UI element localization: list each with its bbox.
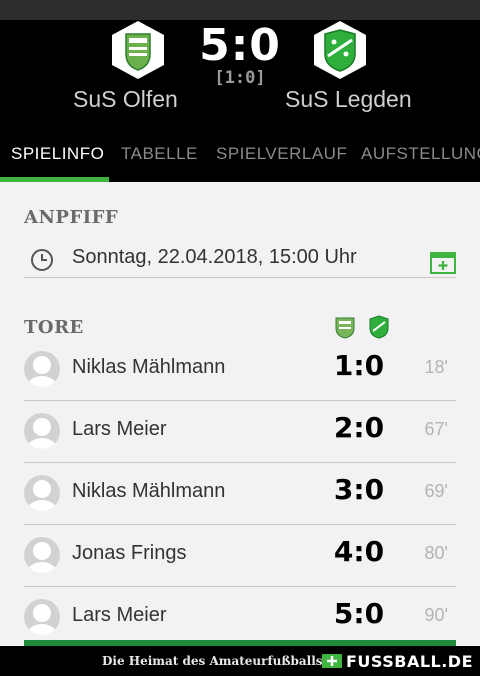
goal-score: 5:0 [333, 597, 385, 630]
tab-aufstellung[interactable]: AUFSTELLUNG [361, 144, 480, 164]
clock-icon [31, 249, 53, 271]
kickoff-row: Sonntag, 22.04.2018, 15:00 Uhr [24, 240, 456, 278]
goal-minute: 90' [424, 605, 448, 625]
goal-row[interactable]: Lars Meier 2:0 67' [24, 401, 456, 463]
player-avatar-icon [24, 537, 60, 573]
player-avatar-icon [24, 475, 60, 511]
goal-row[interactable]: Jonas Frings 4:0 80' [24, 525, 456, 587]
away-team-crest[interactable] [312, 20, 368, 80]
goal-scorer: Lars Meier [72, 418, 167, 440]
player-avatar-icon [24, 599, 60, 635]
goals-section-title: TORE [24, 317, 84, 338]
footer-bar: Die Heimat des Amateurfußballs FUSSBALL.… [0, 646, 480, 676]
goal-row[interactable]: Niklas Mählmann 1:0 18' [24, 339, 456, 401]
brand-flag-icon [322, 654, 342, 668]
home-team-mini-crest [335, 317, 355, 339]
home-team-crest[interactable] [110, 20, 166, 80]
tab-tabelle[interactable]: TABELLE [121, 144, 198, 164]
kickoff-section-title: ANPFIFF [24, 207, 119, 228]
goal-score: 3:0 [333, 473, 385, 506]
goal-scorer: Lars Meier [72, 604, 167, 626]
goal-scorer: Niklas Mählmann [72, 480, 226, 502]
goal-score: 1:0 [333, 349, 385, 382]
player-avatar-icon [24, 413, 60, 449]
halftime-score: [1:0] [214, 68, 266, 88]
goal-score: 2:0 [333, 411, 385, 444]
footer-tagline: Die Heimat des Amateurfußballs [102, 654, 323, 668]
status-bar [0, 0, 480, 20]
goal-score: 4:0 [333, 535, 385, 568]
match-info-content: ANPFIFF Sonntag, 22.04.2018, 15:00 Uhr T… [0, 182, 480, 646]
calendar-add-icon[interactable] [430, 250, 456, 274]
match-header: 5:0 [1:0] SuS Olfen SuS Legden [0, 20, 480, 128]
away-team-mini-crest [369, 315, 389, 339]
away-team-name[interactable]: SuS Legden [285, 86, 412, 113]
goal-row[interactable]: Niklas Mählmann 3:0 69' [24, 463, 456, 525]
tab-spielinfo[interactable]: SPIELINFO [11, 144, 104, 164]
goal-scorer: Niklas Mählmann [72, 356, 226, 378]
home-team-name[interactable]: SuS Olfen [73, 86, 178, 113]
goal-minute: 69' [424, 481, 448, 501]
goal-minute: 80' [424, 543, 448, 563]
goal-scorer: Jonas Frings [72, 542, 187, 564]
final-score: 5:0 [199, 20, 281, 71]
goal-minute: 67' [424, 419, 448, 439]
tab-spielverlauf[interactable]: SPIELVERLAUF [216, 144, 347, 164]
goal-minute: 18' [424, 357, 448, 377]
tab-bar: SPIELINFO TABELLE SPIELVERLAUF AUFSTELLU… [0, 128, 480, 182]
kickoff-datetime: Sonntag, 22.04.2018, 15:00 Uhr [72, 246, 357, 268]
brand-text: FUSSBALL.DE [346, 652, 474, 671]
player-avatar-icon [24, 351, 60, 387]
